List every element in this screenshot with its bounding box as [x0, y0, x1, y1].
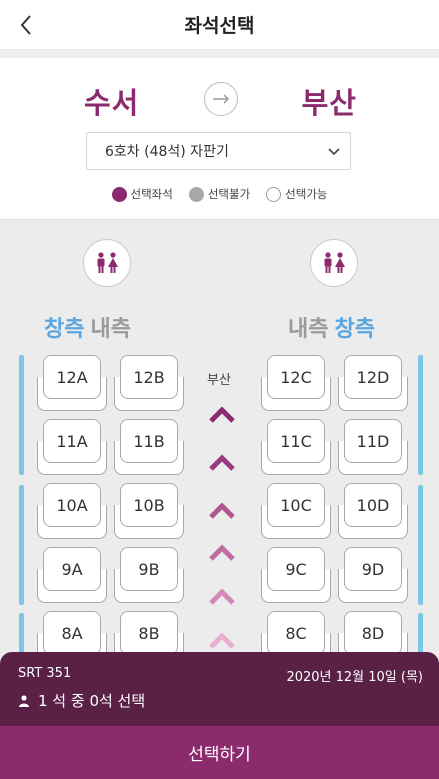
unavailable-dot-icon — [188, 186, 204, 202]
seat-number: 12A — [43, 355, 101, 399]
window-label: 창측 — [44, 317, 85, 342]
selection-count-text: 1 석 중 0석 선택 — [38, 692, 146, 710]
seat-number: 8C — [267, 611, 325, 653]
seat-number: 8D — [344, 611, 402, 653]
available-dot-icon — [266, 186, 282, 202]
direction-chevron-icon — [209, 454, 235, 471]
window-label: 창측 — [334, 317, 375, 342]
legend-available: 선택가능 — [266, 186, 327, 202]
seat-12A[interactable]: 12A — [37, 355, 107, 411]
right-side-labels: 내측 창측 — [288, 311, 375, 343]
chevron-left-icon — [20, 15, 31, 35]
seat-number: 8B — [120, 611, 178, 653]
divider — [0, 50, 439, 58]
seat-number: 11C — [267, 419, 325, 463]
car-select[interactable]: 6호차 (48석) 자판기 — [86, 132, 351, 170]
seat-9A[interactable]: 9A — [37, 547, 107, 603]
window-bar — [19, 355, 24, 475]
restroom-left — [83, 239, 131, 287]
seat-number: 9D — [344, 547, 402, 591]
seat-10C[interactable]: 10C — [261, 483, 331, 539]
seat-10D[interactable]: 10D — [338, 483, 408, 539]
direction-chevron-icon — [209, 632, 235, 649]
seat-8D[interactable]: 8D — [338, 611, 408, 653]
seat-12B[interactable]: 12B — [114, 355, 184, 411]
direction-chevron-icon — [209, 502, 235, 519]
restroom-icon — [324, 252, 345, 273]
trip-date: 2020년 12월 10일 (목) — [286, 670, 423, 685]
seat-10B[interactable]: 10B — [114, 483, 184, 539]
seat-legend: 선택좌석 선택불가 선택가능 — [0, 186, 439, 202]
seat-11D[interactable]: 11D — [338, 419, 408, 475]
restroom-icon — [97, 252, 118, 273]
legend-selected: 선택좌석 — [111, 186, 173, 202]
left-side-labels: 창측 내측 — [44, 311, 131, 343]
seat-11B[interactable]: 11B — [114, 419, 184, 475]
train-number: SRT 351 — [18, 666, 72, 681]
departure-station: 수서 — [84, 86, 140, 120]
legend-available-label: 선택가능 — [285, 187, 328, 201]
seat-12C[interactable]: 12C — [261, 355, 331, 411]
window-bar — [418, 485, 423, 605]
select-seat-button[interactable]: 선택하기 — [0, 726, 439, 779]
seat-8B[interactable]: 8B — [114, 611, 184, 653]
selected-dot-icon — [111, 186, 127, 202]
restroom-right — [310, 239, 358, 287]
seat-number: 9B — [120, 547, 178, 591]
window-bar — [19, 485, 24, 605]
chevron-down-icon — [328, 148, 340, 156]
seat-number: 10A — [43, 483, 101, 527]
seat-9B[interactable]: 9B — [114, 547, 184, 603]
arrival-station: 부산 — [301, 86, 357, 120]
window-bar — [418, 613, 423, 653]
seat-8C[interactable]: 8C — [261, 611, 331, 653]
selection-count: 1 석 중 0석 선택 — [18, 690, 145, 711]
swap-direction — [204, 82, 238, 116]
seat-number: 11A — [43, 419, 101, 463]
seat-number: 8A — [43, 611, 101, 653]
direction-label: 부산 — [207, 373, 231, 388]
back-button[interactable] — [14, 10, 38, 40]
seat-10A[interactable]: 10A — [37, 483, 107, 539]
direction-chevron-icon — [209, 544, 235, 561]
window-bar — [19, 613, 24, 653]
seat-8A[interactable]: 8A — [37, 611, 107, 653]
seat-number: 12B — [120, 355, 178, 399]
trip-summary: SRT 351 2020년 12월 10일 (목) 1 석 중 0석 선택 — [0, 652, 439, 726]
seat-number: 10D — [344, 483, 402, 527]
direction-chevron-icon — [209, 406, 235, 423]
legend-selected-label: 선택좌석 — [130, 187, 173, 201]
arrow-right-icon — [213, 94, 230, 104]
seat-map[interactable]: 창측 내측 내측 창측 부산 12A 12B 12C 12D 11A 11B 11C 11D 1… — [0, 221, 439, 653]
window-bar — [418, 355, 423, 475]
seat-number: 9C — [267, 547, 325, 591]
page-title: 좌석선택 — [184, 15, 255, 37]
seat-number: 11D — [344, 419, 402, 463]
seat-number: 11B — [120, 419, 178, 463]
legend-unavailable-label: 선택불가 — [207, 187, 251, 201]
direction-chevron-icon — [209, 588, 235, 605]
seat-number: 12C — [267, 355, 325, 399]
seat-12D[interactable]: 12D — [338, 355, 408, 411]
seat-number: 9A — [43, 547, 101, 591]
seat-9C[interactable]: 9C — [261, 547, 331, 603]
header: 좌석선택 — [0, 0, 439, 50]
route-panel: 수서 부산 6호차 (48석) 자판기 선택좌석 선택불가 선택가능 — [0, 58, 439, 220]
legend-unavailable: 선택불가 — [188, 186, 251, 202]
aisle-label: 내측 — [90, 317, 131, 342]
seat-number: 10C — [267, 483, 325, 527]
person-icon — [19, 694, 29, 707]
aisle-label: 내측 — [288, 317, 329, 342]
seat-number: 10B — [120, 483, 178, 527]
car-select-value: 6호차 (48석) 자판기 — [105, 144, 229, 160]
seat-11C[interactable]: 11C — [261, 419, 331, 475]
seat-11A[interactable]: 11A — [37, 419, 107, 475]
seat-number: 12D — [344, 355, 402, 399]
seat-9D[interactable]: 9D — [338, 547, 408, 603]
